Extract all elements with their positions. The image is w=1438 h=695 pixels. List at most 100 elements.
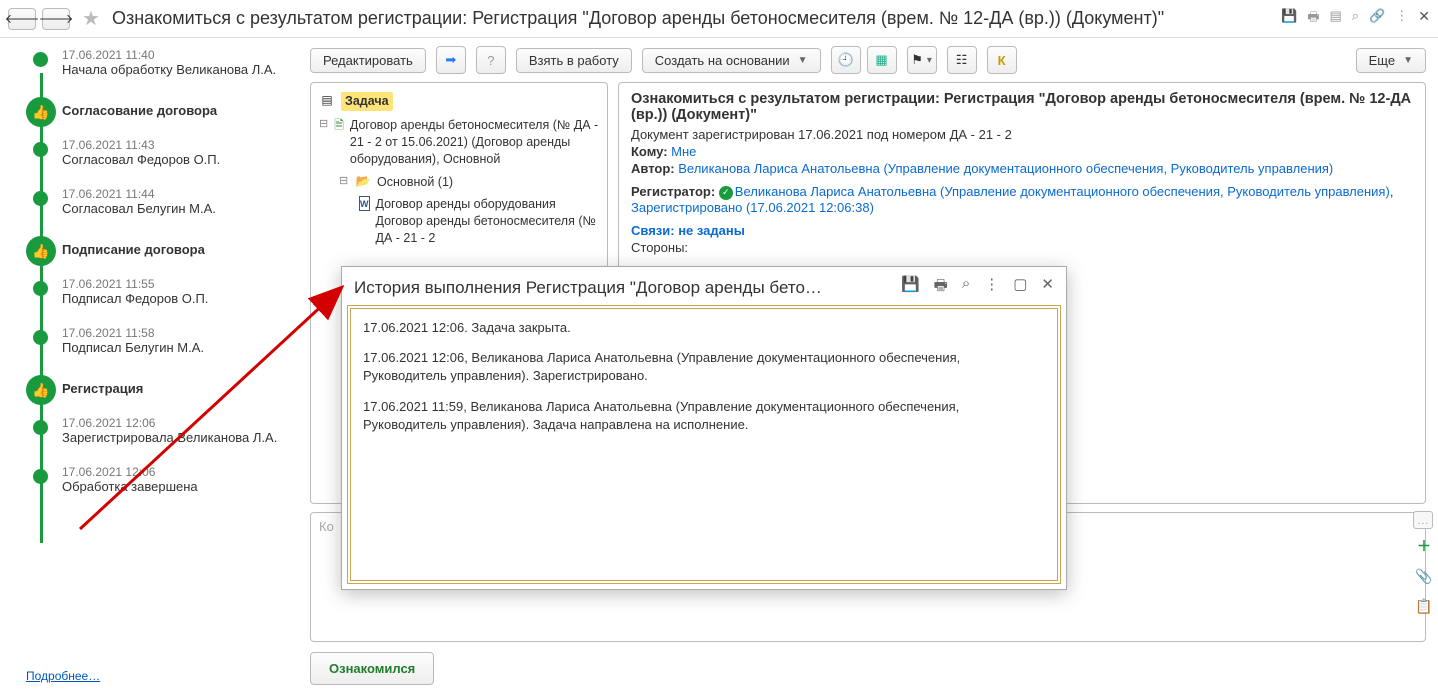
tree-row-folder[interactable]: ⊟ 📂 Основной (1) [317, 171, 601, 194]
author-label: Автор: [631, 161, 675, 176]
k-button[interactable]: К [987, 46, 1017, 74]
timeline-time: 17.06.2021 11:55 [62, 277, 300, 291]
more-details-link[interactable]: Подробнее… [26, 669, 300, 683]
info-title: Ознакомиться с результатом регистрации: … [631, 91, 1413, 123]
folder-icon: 📂 [355, 174, 371, 190]
timeline-time: 17.06.2021 12:06 [62, 416, 300, 430]
add-icon[interactable]: ＋ [1415, 537, 1433, 555]
tree-row-task[interactable]: ▤ Задача [317, 89, 601, 114]
nav-back-button[interactable]: 🡐 [8, 8, 36, 30]
tree-row-doc[interactable]: ⊟ 🗎 Договор аренды бетоносмесителя (№ ДА… [317, 114, 601, 171]
kebab-icon[interactable]: ⋮ [1395, 8, 1408, 30]
modal-actions: 💾 🖶 ⌕ ⋮ ▢ ✕ [901, 275, 1054, 300]
acknowledge-button[interactable]: Ознакомился [310, 652, 434, 685]
flag-button[interactable]: ⚑▾ [907, 46, 937, 74]
close-icon[interactable]: ✕ [1418, 8, 1430, 30]
kebab-icon[interactable]: ⋮ [984, 275, 999, 300]
timeline-text: Согласовал Федоров О.П. [62, 152, 300, 167]
timeline-sidebar: 17.06.2021 11:40 Начала обработку Велика… [0, 38, 310, 693]
info-registered: Документ зарегистрирован 17.06.2021 под … [631, 127, 1413, 142]
author-link[interactable]: Великанова Лариса Анатольевна (Управлени… [678, 161, 1333, 176]
modal-header: История выполнения Регистрация "Договор … [342, 267, 1066, 308]
header-actions: 💾 🖶 ▤ ⌕ 🔗 ⋮ ✕ [1281, 8, 1430, 30]
comment-side-actions: ＋ 📎 📋 [1415, 537, 1433, 615]
clock-button[interactable]: 🕘 [831, 46, 861, 74]
tree-expand-button[interactable]: ☷ [947, 46, 977, 74]
to-link[interactable]: Мне [671, 144, 696, 159]
timeline-item: 17.06.2021 11:55 Подписал Федоров О.П. [26, 277, 300, 306]
timeline-dot-icon [33, 469, 48, 484]
more-menu-button[interactable]: Еще ▼ [1356, 48, 1426, 73]
timeline-heading: Подписание договора [62, 242, 300, 257]
info-to-line: Кому: Мне [631, 144, 1413, 159]
top-bar: 🡐 🡒 ★ Ознакомиться с результатом регистр… [0, 0, 1438, 38]
timeline-item: 17.06.2021 11:44 Согласовал Белугин М.А. [26, 187, 300, 216]
timeline-time: 17.06.2021 12:06 [62, 465, 300, 479]
timeline-time: 17.06.2021 11:40 [62, 48, 300, 62]
document-icon: 🗎 [334, 117, 344, 133]
chevron-down-icon: ▼ [798, 55, 808, 66]
timeline-text: Обработка завершена [62, 479, 300, 494]
edit-button[interactable]: Редактировать [310, 48, 426, 73]
links-label[interactable]: Связи: не заданы [631, 223, 745, 238]
tree-row-file[interactable]: W Договор аренды оборудования Договор ар… [317, 193, 601, 250]
tree-doc-label: Договор аренды бетоносмесителя (№ ДА - 2… [350, 117, 599, 168]
maximize-icon[interactable]: ▢ [1013, 275, 1027, 300]
timeline-text: Согласовал Белугин М.А. [62, 201, 300, 216]
timeline-time: 17.06.2021 11:58 [62, 326, 300, 340]
info-registrar-line: Регистратор: ✓Великанова Лариса Анатолье… [631, 184, 1413, 215]
word-file-icon: W [359, 196, 370, 211]
save-icon[interactable]: 💾 [901, 275, 920, 300]
timeline-time: 17.06.2021 11:44 [62, 187, 300, 201]
save-icon[interactable]: 💾 [1281, 8, 1297, 30]
calendar-button[interactable]: ▦ [867, 46, 897, 74]
search-scope-icon[interactable]: ⌕ [1352, 8, 1359, 30]
collapse-icon[interactable]: ⊟ [339, 174, 349, 189]
more-label: Еще [1369, 53, 1395, 68]
modal-body: 17.06.2021 12:06. Задача закрыта. 17.06.… [350, 308, 1058, 581]
timeline-dot-icon [33, 142, 48, 157]
comment-placeholder: Ко [319, 519, 334, 534]
timeline-dot-icon [33, 420, 48, 435]
print-icon[interactable]: 🖶 [1307, 8, 1319, 30]
chevron-down-icon: ▾ [927, 55, 932, 66]
attach-icon[interactable]: 📎 [1415, 567, 1433, 585]
help-button[interactable]: ? [476, 46, 506, 74]
close-icon[interactable]: ✕ [1041, 275, 1054, 300]
parties-label: Стороны: [631, 240, 1413, 255]
create-on-basis-button[interactable]: Создать на основании▼ [642, 48, 821, 73]
report-icon[interactable]: ▤ [1330, 8, 1342, 30]
timeline-dot-icon [33, 330, 48, 345]
timeline-item: 17.06.2021 12:06 Зарегистрировала Велика… [26, 416, 300, 445]
timeline-heading: Регистрация [62, 381, 300, 396]
nav-forward-button[interactable]: 🡒 [42, 8, 70, 30]
clipboard-icon[interactable]: 📋 [1415, 597, 1433, 615]
expand-comment-button[interactable]: … [1413, 511, 1433, 529]
task-icon: ▤ [319, 92, 335, 108]
collapse-icon[interactable]: ⊟ [319, 117, 328, 132]
toolbar: Редактировать ➡ ? Взять в работу Создать… [310, 46, 1426, 74]
link-icon[interactable]: 🔗 [1369, 8, 1385, 30]
history-modal: История выполнения Регистрация "Договор … [341, 266, 1067, 590]
history-entry: 17.06.2021 11:59, Великанова Лариса Анат… [363, 398, 1045, 434]
thumbs-up-icon: 👍 [26, 375, 56, 405]
registered-time-link[interactable]: Зарегистрировано (17.06.2021 12:06:38) [631, 200, 874, 215]
timeline-dot-icon [33, 52, 48, 67]
timeline-item: 17.06.2021 11:40 Начала обработку Велика… [26, 48, 300, 77]
registrar-link[interactable]: Великанова Лариса Анатольевна (Управлени… [735, 184, 1390, 199]
favorite-star-icon[interactable]: ★ [82, 6, 100, 31]
tree-file-label: Договор аренды оборудования Договор арен… [376, 196, 600, 247]
history-entry: 17.06.2021 12:06, Великанова Лариса Анат… [363, 349, 1045, 385]
chevron-down-icon: ▼ [1403, 55, 1413, 66]
timeline-text: Начала обработку Великанова Л.А. [62, 62, 300, 77]
timeline-text: Подписал Белугин М.А. [62, 340, 300, 355]
timeline-item: 👍 Регистрация [26, 375, 300, 396]
timeline-time: 17.06.2021 11:43 [62, 138, 300, 152]
forward-arrow-button[interactable]: ➡ [436, 46, 466, 74]
print-icon[interactable]: 🖶 [934, 275, 948, 300]
take-in-work-button[interactable]: Взять в работу [516, 48, 632, 73]
timeline-item: 17.06.2021 12:06 Обработка завершена [26, 465, 300, 494]
tree-folder-label: Основной (1) [377, 174, 453, 191]
page-title: Ознакомиться с результатом регистрации: … [112, 8, 1275, 29]
search-icon[interactable]: ⌕ [962, 275, 970, 300]
